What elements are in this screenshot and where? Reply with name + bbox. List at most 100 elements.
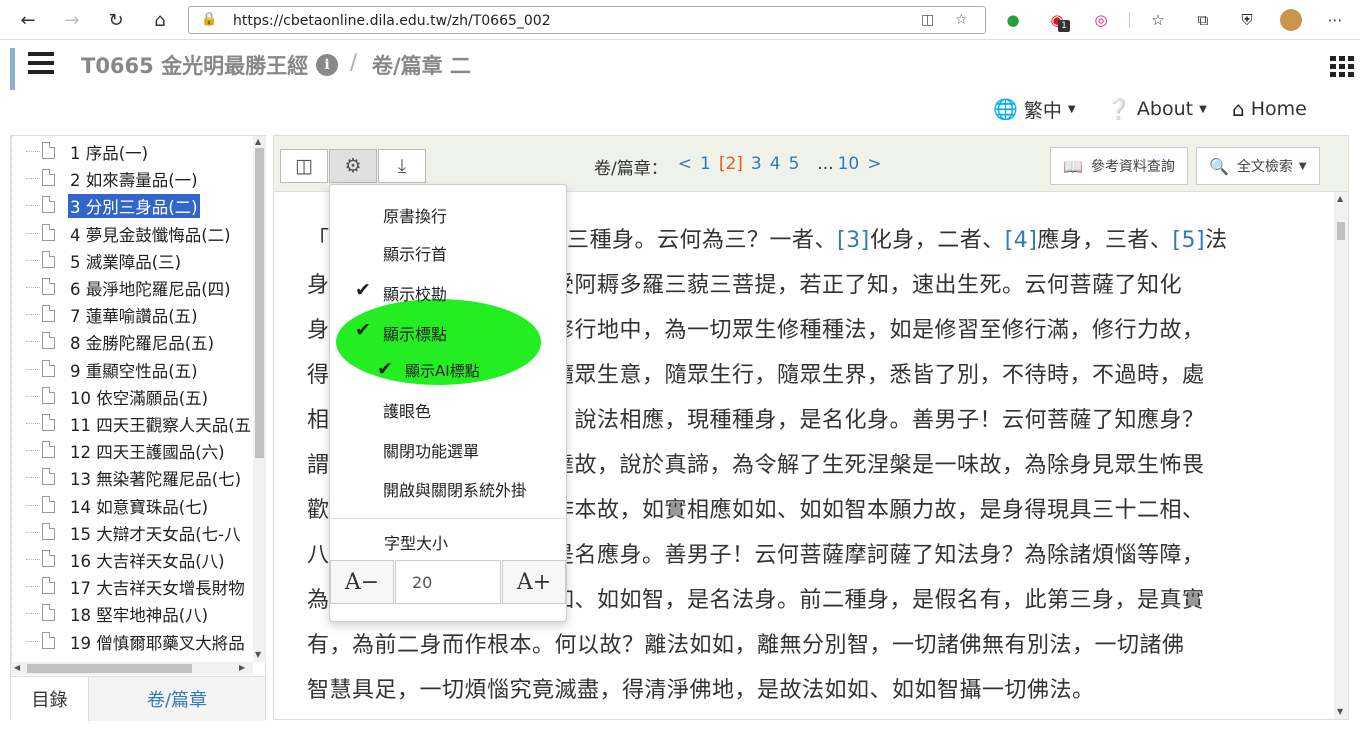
reload-icon[interactable]: ↻ (104, 8, 128, 32)
content-scrollbar[interactable]: ▲ ▼ (1334, 192, 1348, 719)
shield-icon[interactable]: ⛨ (1236, 9, 1258, 31)
toc-item-label[interactable]: 5 滅業障品(三) (68, 249, 183, 273)
settings-option[interactable]: ✔ 顯示標點 (329, 312, 565, 348)
font-increase-button[interactable]: A+ (502, 560, 566, 604)
home-link[interactable]: ⌂ Home (1232, 96, 1307, 122)
settings-option[interactable]: ✔ 顯示校勘 (329, 272, 565, 308)
sidebar-horizontal-scrollbar[interactable]: ◀ ▶ (11, 662, 253, 675)
settings-option[interactable]: 開啟與關閉系統外掛 (329, 468, 565, 504)
info-icon[interactable]: i (316, 54, 338, 76)
evernote-icon[interactable]: ● (1002, 9, 1024, 31)
juan-page-3[interactable]: 3 (751, 154, 762, 179)
juan-page-5[interactable]: 5 (789, 154, 800, 179)
more-menu-icon[interactable]: ⋯ (1324, 9, 1346, 31)
juan-page-1[interactable]: 1 (700, 154, 711, 179)
settings-option[interactable]: ✔ 顯示AI標點 (329, 350, 565, 386)
toc-item-label[interactable]: 12 四天王護國品(六) (68, 439, 227, 463)
toc-item-label[interactable]: 16 大吉祥天女品(八) (68, 548, 227, 572)
settings-option-label: 關閉功能選單 (383, 442, 480, 461)
scroll-up-icon[interactable]: ▲ (255, 137, 261, 146)
toolbar-divider (1129, 12, 1130, 28)
hamburger-menu-icon[interactable] (28, 52, 54, 74)
footnote-link[interactable]: [5] (1172, 228, 1205, 253)
tree-connector (26, 232, 40, 234)
toc-item-label[interactable]: 15 大辯才天女品(七-八 (68, 521, 243, 545)
tab-catalog[interactable]: 目錄 (11, 677, 89, 721)
scroll-down-icon[interactable]: ▼ (1337, 707, 1343, 716)
sidebar-vertical-scrollbar[interactable]: ▲ ▼ (253, 136, 266, 662)
scroll-left-icon[interactable]: ◀ (14, 663, 20, 672)
tree-connector (26, 559, 40, 560)
scrollbar-thumb[interactable] (255, 148, 264, 458)
toc-item-label[interactable]: 8 金勝陀羅尼品(五) (68, 330, 216, 354)
home-icon[interactable]: ⌂ (148, 8, 172, 32)
toc-item-label[interactable]: 7 蓮華喻讚品(五) (68, 303, 200, 327)
profile-avatar[interactable] (1280, 9, 1302, 31)
toc-item-label[interactable]: 13 無染著陀羅尼品(七) (68, 466, 243, 490)
toc-item-label[interactable]: 9 重顯空性品(五) (68, 358, 200, 382)
juan-page-current[interactable]: [2] (719, 154, 743, 179)
toc-item-label[interactable]: 11 四天王觀察人天品(五 (68, 412, 253, 436)
tab-juan[interactable]: 卷/篇章 (89, 677, 265, 721)
juan-page-4[interactable]: 4 (770, 154, 781, 179)
juan-pagination: 卷/篇章： < 1 [2] 3 4 5 ... 10 > (594, 154, 890, 179)
address-bar[interactable]: 🔒 https://cbetaonline.dila.edu.tw/zh/T06… (188, 6, 986, 34)
document-icon (42, 550, 55, 567)
scrollbar-thumb[interactable] (27, 664, 192, 673)
favorite-add-icon[interactable]: ☆ (955, 12, 968, 28)
settings-option[interactable]: 護眼色 (329, 389, 565, 425)
tree-connector (26, 423, 40, 424)
scroll-down-icon[interactable]: ▼ (255, 650, 261, 659)
extension-pink-icon[interactable]: ◎ (1090, 9, 1112, 31)
favorites-icon[interactable]: ☆ (1147, 9, 1169, 31)
juan-next-link[interactable]: > (867, 154, 881, 179)
reader-view-icon[interactable]: ◫ (921, 12, 934, 28)
text-span: 應身，三者、 (1037, 228, 1173, 253)
toc-item-label[interactable]: 17 大吉祥天女增長財物 (68, 575, 247, 599)
scroll-right-icon[interactable]: ▶ (239, 663, 245, 672)
font-size-input[interactable]: 20 (395, 560, 501, 604)
reference-lookup-button[interactable]: 📖 參考資料查詢 (1050, 147, 1188, 185)
tree-connector (26, 504, 40, 506)
toc-item-label[interactable]: 3 分別三身品(二) (68, 194, 200, 219)
toc-item-label[interactable]: 10 依空滿願品(五) (68, 385, 210, 409)
collections-icon[interactable]: ⧉ (1192, 9, 1214, 31)
back-arrow-icon[interactable]: ← (16, 8, 40, 32)
settings-option-label: 原書換行 (383, 207, 448, 226)
toc-item-label[interactable]: 1 序品(一) (68, 140, 150, 164)
toc-item-label[interactable]: 18 堅牢地神品(八) (68, 602, 210, 626)
download-button[interactable]: ⤓ (378, 149, 426, 183)
download-icon: ⤓ (397, 155, 407, 177)
settings-option[interactable]: 原書換行 (329, 194, 565, 230)
globe-icon: 🌐 (993, 97, 1018, 121)
toggle-sidebar-button[interactable]: ◫ (280, 149, 328, 183)
apps-grid-icon[interactable] (1330, 56, 1354, 77)
settings-option[interactable]: 關閉功能選單 (329, 429, 565, 465)
footnote-link[interactable]: [3] (837, 228, 870, 253)
about-menu[interactable]: ❔ About ▼ (1106, 96, 1207, 122)
settings-button[interactable]: ⚙ (329, 149, 377, 183)
text-span: 法 (1205, 228, 1228, 253)
tree-connector (26, 450, 40, 452)
language-menu[interactable]: 🌐 繁中 ▼ (993, 96, 1076, 122)
font-size-control: A− 20 A+ (330, 560, 566, 604)
toc-item-label[interactable]: 6 最淨地陀羅尼品(四) (68, 276, 233, 300)
text-line: 三種身。云何為三？一者、[3]化身，二者、[4]應身，三者、[5]法 (567, 222, 1228, 254)
toc-item-label[interactable]: 4 夢見金鼓懺悔品(二) (68, 222, 233, 246)
scrollbar-thumb[interactable] (1337, 222, 1345, 240)
footnote-link[interactable]: [4] (1005, 228, 1038, 253)
font-decrease-button[interactable]: A− (330, 560, 394, 604)
toc-item-label[interactable]: 14 如意寶珠品(七) (68, 494, 210, 518)
sidebar-layout-icon: ◫ (295, 155, 313, 177)
toc-item-label[interactable]: 2 如來壽量品(一) (68, 167, 200, 191)
settings-option[interactable]: 顯示行首 (329, 232, 565, 268)
forward-arrow-icon[interactable]: → (60, 8, 84, 32)
juan-prev-link[interactable]: < (678, 154, 692, 179)
scroll-up-icon[interactable]: ▲ (1337, 194, 1343, 203)
fulltext-search-button[interactable]: 🔍 全文檢索 ▼ (1196, 147, 1320, 185)
toc-item-label[interactable]: 19 僧慎爾耶藥叉大將品 (68, 630, 247, 654)
text-line-start: 八 (307, 543, 330, 568)
document-icon (42, 386, 55, 404)
juan-page-last[interactable]: 10 (838, 154, 860, 179)
url-text[interactable]: https://cbetaonline.dila.edu.tw/zh/T0665… (233, 13, 551, 29)
